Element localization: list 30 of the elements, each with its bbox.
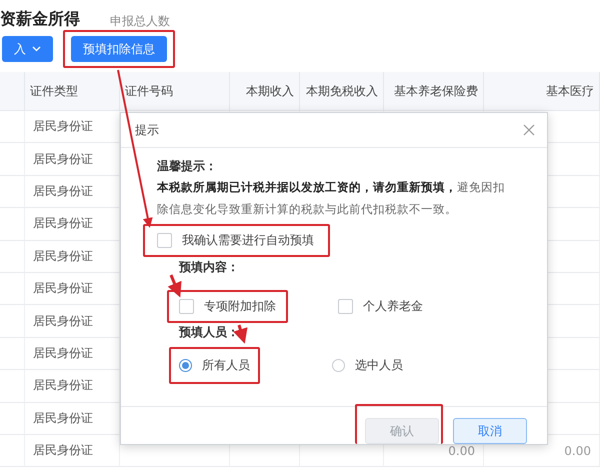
table-cell bbox=[0, 111, 25, 144]
count-label: 申报总人数 bbox=[110, 13, 170, 30]
radio-option[interactable]: 所有人员 bbox=[179, 357, 250, 374]
checkbox[interactable] bbox=[179, 299, 194, 314]
checkbox-option[interactable]: 个人养老金 bbox=[338, 298, 423, 315]
checkbox-option[interactable]: 专项附加扣除 bbox=[179, 298, 276, 315]
notice-heading: 温馨提示： bbox=[157, 158, 217, 175]
import-button[interactable]: 入 bbox=[2, 36, 53, 62]
radio-option[interactable]: 选中人员 bbox=[332, 357, 403, 374]
radio-button[interactable] bbox=[179, 359, 192, 372]
page-title: 资薪金所得 bbox=[0, 9, 80, 30]
radio-button[interactable] bbox=[332, 359, 345, 372]
column-header: 本期收入 bbox=[230, 72, 300, 111]
close-icon[interactable] bbox=[523, 124, 535, 136]
column-header: 基本医疗 bbox=[484, 72, 600, 111]
column-header: 证件类型 bbox=[25, 72, 120, 111]
notice-text: 本税款所属期已计税并据以发放工资的，请勿重新预填，避免因扣除信息变化导致重新计算的税款与此前代扣税款不一致。 bbox=[157, 179, 506, 218]
checkbox[interactable] bbox=[338, 299, 353, 314]
section-label: 预填人员： bbox=[179, 324, 239, 341]
column-header: 基本养老保险费 bbox=[384, 72, 484, 111]
section-label: 预填内容： bbox=[179, 259, 239, 276]
column-header bbox=[0, 72, 25, 111]
caret-icon bbox=[32, 46, 41, 52]
table-cell: 居民身份证 bbox=[25, 434, 120, 468]
column-header: 本期免税收入 bbox=[300, 72, 384, 111]
checkbox-option[interactable]: 我确认需要进行自动预填 bbox=[157, 232, 314, 249]
dialog-title: 提示 bbox=[135, 122, 159, 138]
column-header: 证件号码 bbox=[120, 72, 230, 111]
checkbox[interactable] bbox=[157, 233, 172, 248]
prefill-button[interactable]: 预填扣除信息 bbox=[71, 36, 167, 62]
